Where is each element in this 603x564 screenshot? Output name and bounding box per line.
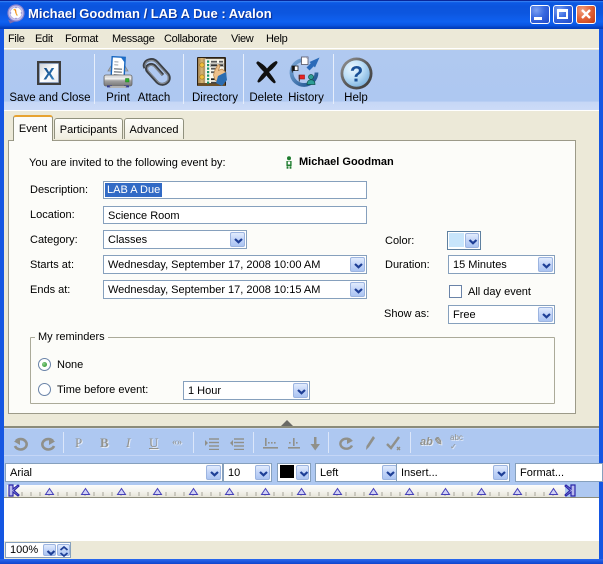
svg-text:?: ? xyxy=(350,62,363,87)
svg-text:X: X xyxy=(43,65,55,84)
